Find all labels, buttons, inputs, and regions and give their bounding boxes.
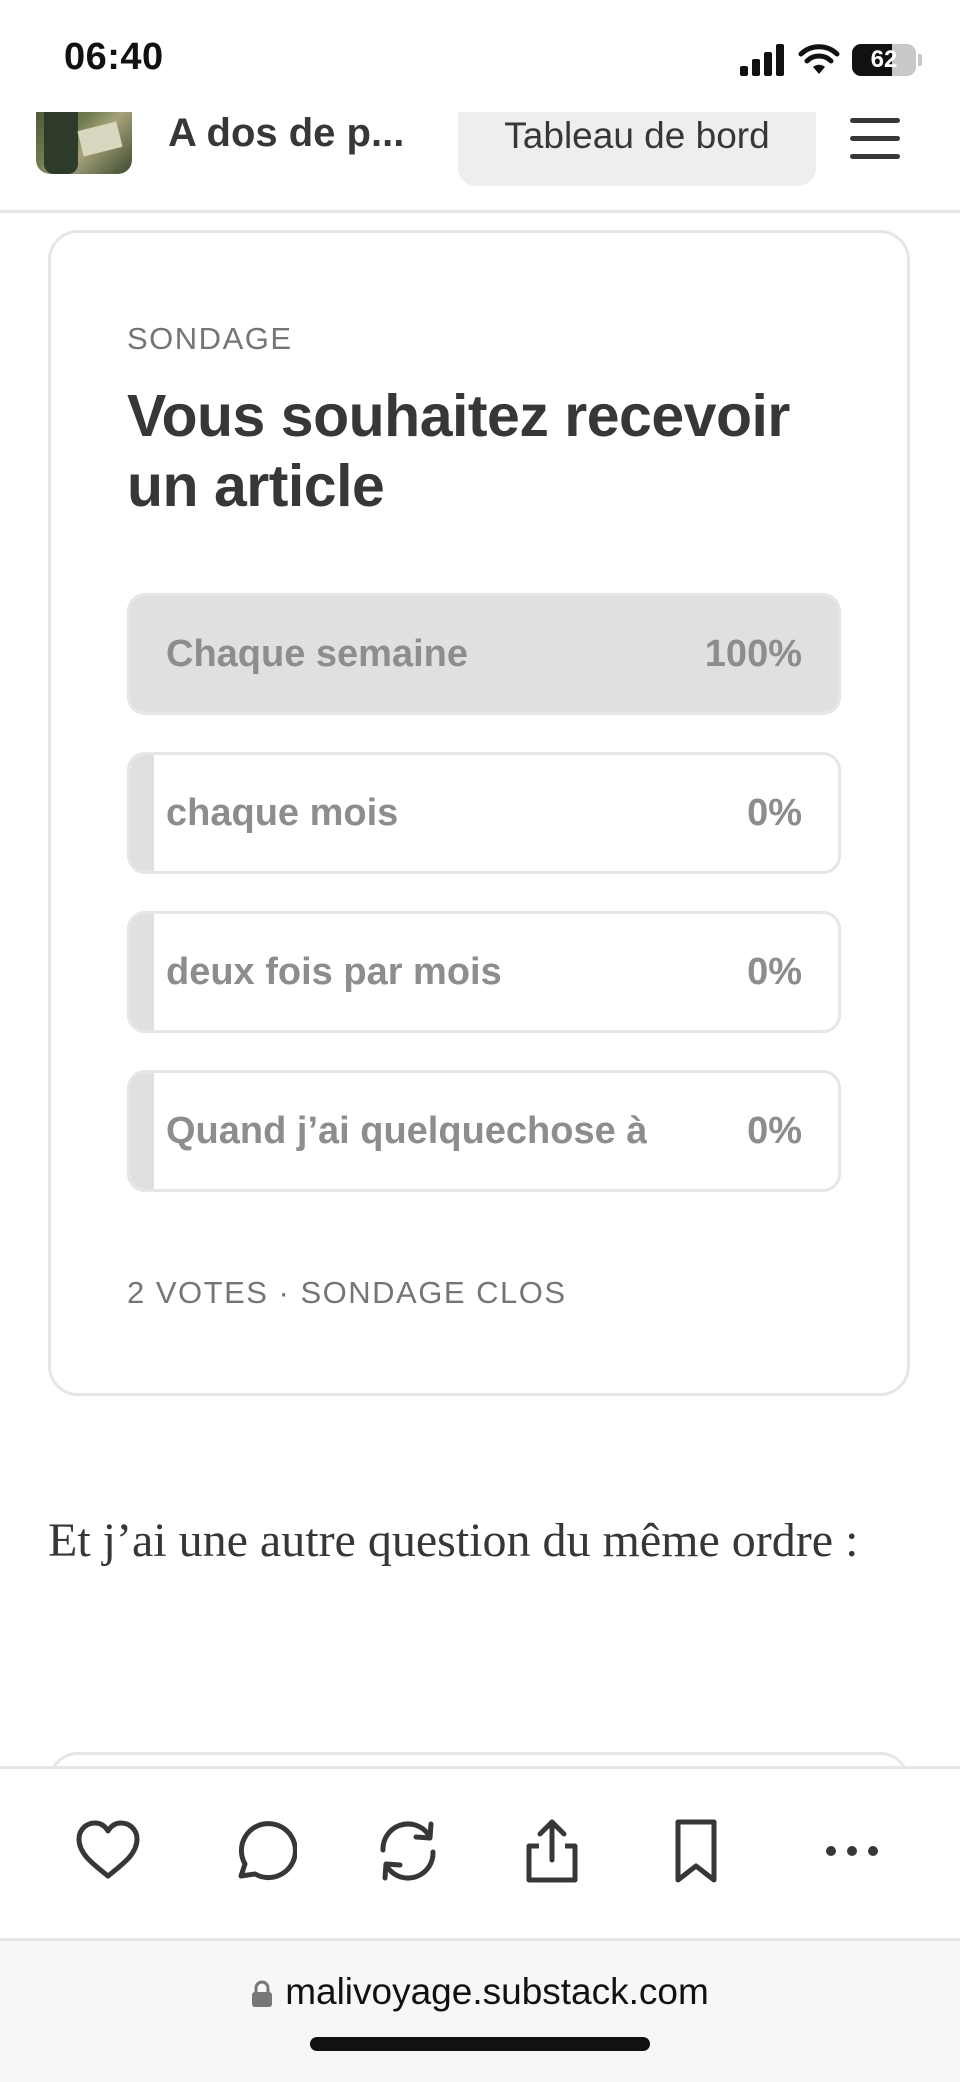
poll-option-percent: 0% [747,792,802,834]
poll-option-bar [130,1073,154,1189]
poll-kicker: SONDAGE [127,321,293,356]
bookmark-button[interactable] [656,1811,736,1891]
restack-icon [380,1821,436,1881]
poll-option-bar [130,755,154,871]
poll-option: Chaque semaine 100% [127,593,841,715]
home-indicator[interactable] [310,2037,650,2051]
browser-url-bar[interactable]: malivoyage.substack.com [0,1938,960,2082]
poll-option-label: chaque mois [166,792,399,834]
poll-option: Quand j’ai quelquechose à 0% [127,1070,841,1192]
poll-option-percent: 100% [704,633,802,675]
site-header: A dos de p... Tableau de bord [0,112,960,213]
poll-question: Vous souhaitez recevoir un article [127,383,790,519]
more-icon [826,1846,878,1856]
poll-option: deux fois par mois 0% [127,911,841,1033]
poll-option-bar [130,914,154,1030]
comment-icon [238,1821,297,1881]
poll-footer: 2 VOTES · SONDAGE CLOS [127,1275,567,1310]
url-text: malivoyage.substack.com [285,1971,709,2012]
bookmark-icon [675,1819,717,1883]
wifi-icon [798,44,840,74]
poll-option: chaque mois 0% [127,752,841,874]
publication-logo[interactable] [36,112,132,174]
poll-option-label: Quand j’ai quelquechose à [166,1110,648,1152]
lock-icon [252,1980,273,2008]
poll-option-percent: 0% [747,1110,802,1152]
like-button[interactable] [68,1811,148,1891]
more-button[interactable] [812,1811,892,1891]
publication-name[interactable]: A dos de p... [168,113,404,153]
comment-button[interactable] [222,1811,302,1891]
action-bar [0,1766,960,1941]
article-paragraph: Et j’ai une autre question du même ordre… [48,1514,859,1567]
poll-option-label: deux fois par mois [166,951,502,993]
battery-level: 62 [870,46,898,73]
poll-option-label: Chaque semaine [166,633,468,675]
status-time: 06:40 [64,36,164,78]
status-icons: 62 [740,40,922,80]
cellular-signal-icon [740,44,784,76]
menu-icon[interactable] [850,118,900,159]
share-button[interactable] [512,1811,592,1891]
poll-option-percent: 0% [747,951,802,993]
poll-options: Chaque semaine 100% chaque mois 0% deux … [127,593,841,1229]
poll-card: SONDAGE Vous souhaitez recevoir un artic… [48,230,910,1396]
dashboard-button[interactable]: Tableau de bord [458,112,816,186]
heart-icon [76,1820,140,1879]
battery-icon: 62 [852,44,922,76]
restack-button[interactable] [368,1811,448,1891]
status-bar: 06:40 62 [0,0,960,112]
share-icon [526,1819,578,1883]
